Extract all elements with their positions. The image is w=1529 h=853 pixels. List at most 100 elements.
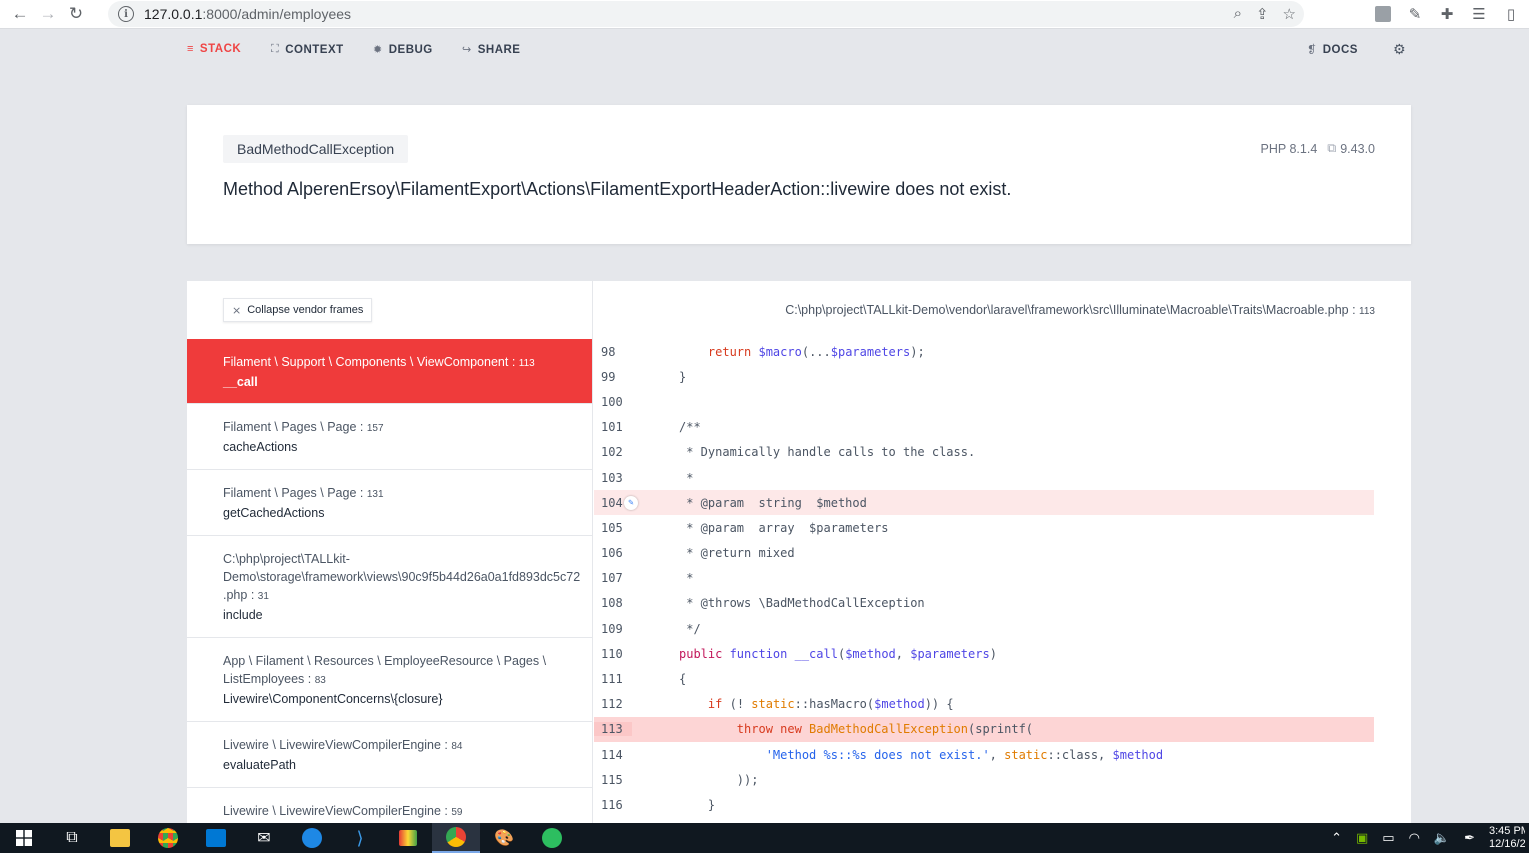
code-text: * @param array $parameters bbox=[679, 520, 889, 535]
wifi-icon[interactable]: ◠ bbox=[1409, 830, 1420, 846]
code-text: 'Method %s::%s does not exist.', static:… bbox=[765, 747, 1164, 762]
code-line[interactable]: 115 )); bbox=[594, 767, 1374, 792]
tab-share[interactable]: ↪ SHARE bbox=[462, 43, 521, 57]
code-text: * bbox=[679, 571, 694, 586]
code-line[interactable]: 111 { bbox=[594, 666, 1374, 691]
file-path[interactable]: C:\php\project\TALLkit-Demo\vendor\larav… bbox=[785, 303, 1375, 317]
line-number: 99 bbox=[601, 369, 616, 384]
eyedropper-extension-icon[interactable]: ✎ bbox=[1404, 3, 1426, 25]
tab-context[interactable]: ⛶ CONTEXT bbox=[271, 43, 344, 56]
site-info-icon[interactable]: i bbox=[118, 6, 134, 22]
url-host: 127.0.0.1 bbox=[144, 6, 203, 22]
code-line[interactable]: 114 'Method %s::%s does not exist.', sta… bbox=[594, 742, 1374, 767]
frame-item[interactable]: Livewire \ LivewireViewCompilerEngine : … bbox=[187, 788, 592, 823]
code-line[interactable]: 107 * bbox=[594, 566, 1374, 591]
mail-icon[interactable]: ✉ bbox=[240, 823, 288, 853]
frame-class-line2: Demo\storage\framework\views\90c9f5b44d2… bbox=[223, 570, 581, 584]
code-text: * @param string $method bbox=[679, 495, 867, 510]
bookmark-star-icon[interactable]: ☆ bbox=[1283, 5, 1296, 23]
evernote-icon[interactable] bbox=[528, 823, 576, 853]
zoom-icon[interactable]: ⌕ bbox=[1234, 5, 1242, 23]
code-line[interactable]: 116 } bbox=[594, 792, 1374, 817]
code-line[interactable]: 112 if (! static::hasMacro($method)) { bbox=[594, 692, 1374, 717]
file-explorer-icon[interactable] bbox=[96, 823, 144, 853]
forward-button[interactable]: → bbox=[34, 0, 62, 28]
frame-item[interactable]: App \ Filament \ Resources \ EmployeeRes… bbox=[187, 638, 592, 722]
code-line[interactable]: 103 * bbox=[594, 465, 1374, 490]
chevron-up-icon[interactable]: ⌃ bbox=[1331, 830, 1342, 846]
chrome-icon[interactable] bbox=[144, 823, 192, 853]
store-icon[interactable] bbox=[192, 823, 240, 853]
frame-class-line2: ListEmployees bbox=[223, 672, 305, 686]
code-line[interactable]: 106 * @return mixed bbox=[594, 541, 1374, 566]
extensions-puzzle-icon[interactable]: ✚ bbox=[1436, 3, 1458, 25]
line-number: 111 bbox=[601, 672, 623, 687]
volume-icon[interactable]: 🔈 bbox=[1434, 830, 1450, 846]
debug-icon: ✹ bbox=[373, 44, 383, 56]
code-text: * @return mixed bbox=[679, 546, 795, 561]
code-line[interactable]: 110 public function __call($method, $para… bbox=[594, 641, 1374, 666]
code-text: } bbox=[707, 797, 716, 812]
settings-button[interactable]: ⚙ bbox=[1393, 41, 1406, 58]
docs-link[interactable]: ❡ DOCS bbox=[1307, 43, 1358, 57]
task-view-icon[interactable]: ⧉ bbox=[48, 823, 96, 853]
share-page-icon[interactable]: ⇪ bbox=[1256, 5, 1269, 23]
vscode-icon[interactable]: ⟩ bbox=[336, 823, 384, 853]
frame-class: Livewire \ LivewireViewCompilerEngine bbox=[223, 804, 441, 818]
app-icon[interactable] bbox=[384, 823, 432, 853]
tab-share-label: SHARE bbox=[477, 43, 521, 56]
frames-panel: ⨯ Collapse vendor frames Filament \ Supp… bbox=[187, 281, 593, 823]
code-text: * @throws \BadMethodCallException bbox=[679, 596, 925, 611]
frame-item[interactable]: Livewire \ LivewireViewCompilerEngine : … bbox=[187, 722, 592, 788]
reload-button[interactable]: ↻ bbox=[62, 0, 90, 28]
frame-item[interactable]: Filament \ Pages \ Page : 131 getCachedA… bbox=[187, 470, 592, 536]
frame-item[interactable]: C:\php\project\TALLkit- Demo\storage\fra… bbox=[187, 536, 592, 638]
docs-icon: ❡ bbox=[1307, 44, 1317, 56]
frame-line: 83 bbox=[314, 675, 326, 686]
paint-icon[interactable]: 🎨 bbox=[480, 823, 528, 853]
code-text: * Dynamically handle calls to the class. bbox=[679, 445, 976, 460]
code-snippet: 98 return $macro(...$parameters); 99} 10… bbox=[594, 339, 1374, 818]
reading-list-icon[interactable]: ☰ bbox=[1468, 3, 1490, 25]
address-bar[interactable]: i 127.0.0.1:8000/admin/employees ⌕ ⇪ ☆ bbox=[108, 1, 1304, 27]
frame-method: include bbox=[223, 608, 263, 622]
tab-debug[interactable]: ✹ DEBUG bbox=[373, 43, 433, 57]
clock-time: 3:45 PM bbox=[1489, 825, 1525, 837]
code-line[interactable]: 109 */ bbox=[594, 616, 1374, 641]
exception-class-badge[interactable]: BadMethodCallException bbox=[223, 135, 409, 163]
code-line[interactable]: 102 * Dynamically handle calls to the cl… bbox=[594, 440, 1374, 465]
battery-icon[interactable]: ▭ bbox=[1382, 830, 1394, 846]
line-number: 107 bbox=[601, 571, 623, 586]
stack-trace-card: ⨯ Collapse vendor frames Filament \ Supp… bbox=[187, 281, 1411, 823]
code-line[interactable]: 99} bbox=[594, 364, 1374, 389]
code-line[interactable]: 98 return $macro(...$parameters); bbox=[594, 339, 1374, 364]
code-line[interactable]: 108 * @throws \BadMethodCallException bbox=[594, 591, 1374, 616]
back-button[interactable]: ← bbox=[6, 0, 34, 28]
tab-context-label: CONTEXT bbox=[285, 43, 344, 56]
frame-item[interactable]: Filament \ Pages \ Page : 157 cacheActio… bbox=[187, 404, 592, 470]
code-line-error[interactable]: 113 throw new BadMethodCallException(spr… bbox=[594, 716, 1374, 742]
file-path-text: C:\php\project\TALLkit-Demo\vendor\larav… bbox=[785, 303, 1349, 317]
code-text: * bbox=[679, 470, 694, 485]
chrome-active-icon[interactable] bbox=[432, 823, 480, 853]
edge-icon[interactable] bbox=[288, 823, 336, 853]
code-line[interactable]: 105 * @param array $parameters bbox=[594, 515, 1374, 540]
nvidia-icon[interactable]: ▣ bbox=[1356, 830, 1368, 846]
frame-class: Filament \ Pages \ Page bbox=[223, 486, 357, 500]
line-number: 112 bbox=[601, 697, 623, 712]
pen-icon[interactable]: ✒ bbox=[1464, 830, 1475, 846]
code-line[interactable]: 100 bbox=[594, 389, 1374, 414]
code-text: return $macro(...$parameters); bbox=[707, 344, 925, 359]
line-number: 113 bbox=[594, 722, 632, 737]
code-line-hover[interactable]: 104 ✎ * @param string $method bbox=[594, 490, 1374, 516]
collapse-vendor-frames-button[interactable]: ⨯ Collapse vendor frames bbox=[223, 298, 373, 322]
tab-stack[interactable]: ≡ STACK bbox=[187, 43, 241, 55]
collapse-icon: ⨯ bbox=[232, 304, 242, 317]
code-line[interactable]: 101 /** bbox=[594, 415, 1374, 440]
frame-item[interactable]: Filament \ Support \ Components \ ViewCo… bbox=[187, 339, 592, 404]
windows-start-icon[interactable] bbox=[0, 823, 48, 853]
profile-avatar-icon[interactable] bbox=[1372, 3, 1394, 25]
clock[interactable]: 3:45 PM 12/16/2022 bbox=[1489, 825, 1525, 851]
frame-class-line1: App \ Filament \ Resources \ EmployeeRes… bbox=[223, 654, 547, 668]
side-panel-icon[interactable]: ▯ bbox=[1500, 3, 1522, 25]
